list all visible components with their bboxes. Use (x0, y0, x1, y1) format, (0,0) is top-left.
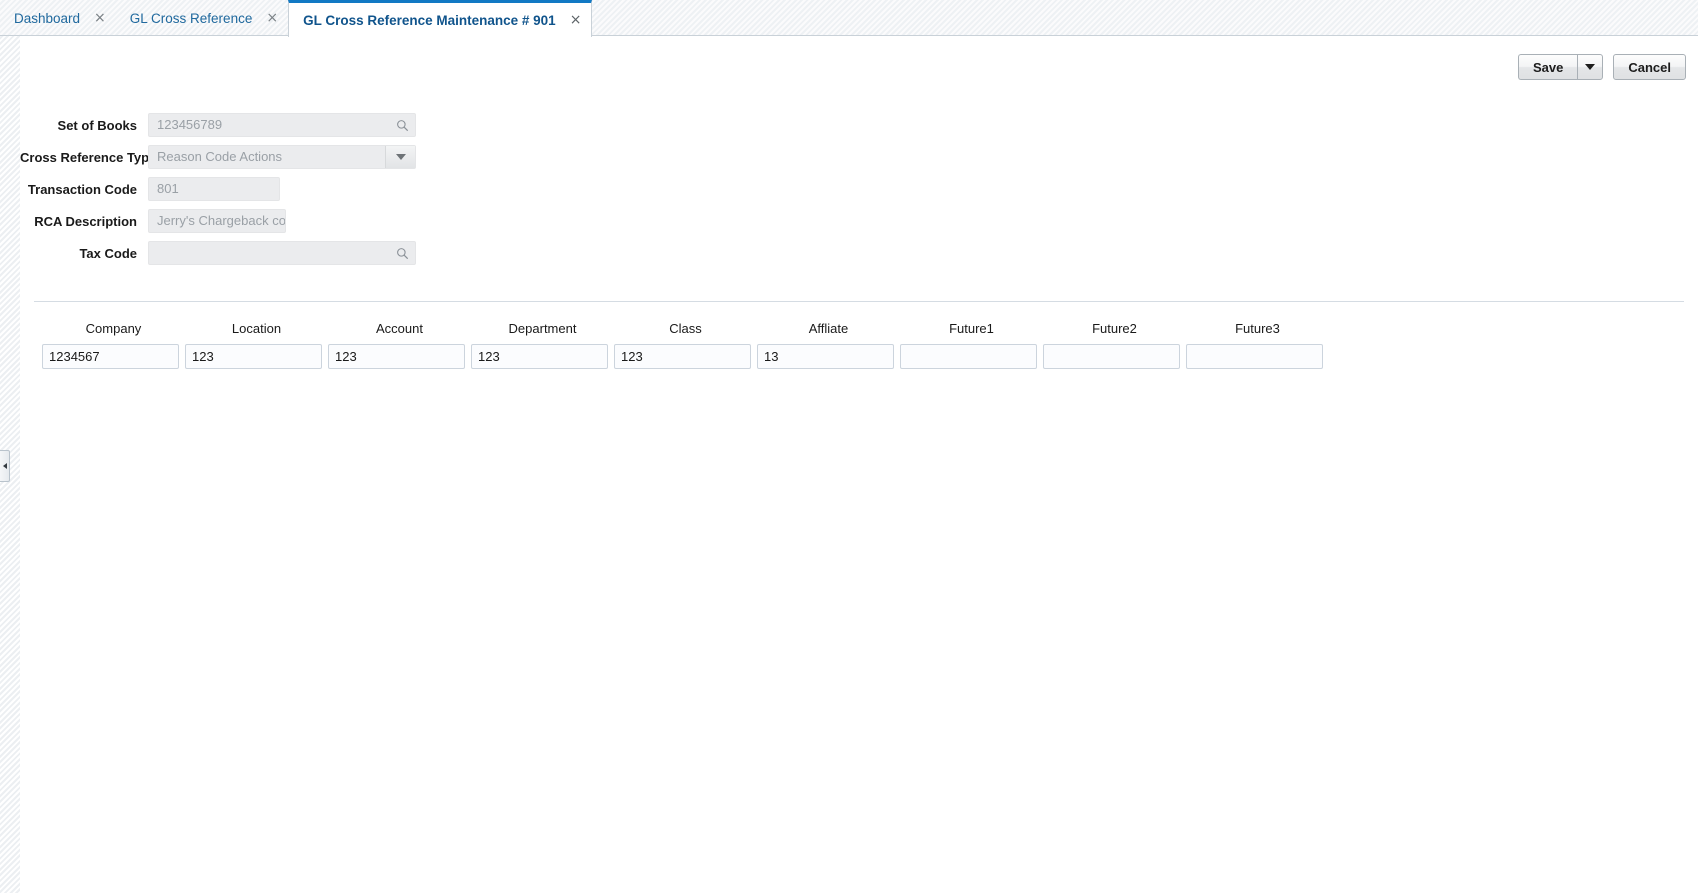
column-header: Class (669, 321, 702, 336)
chevron-down-icon (1585, 64, 1596, 70)
tab-strip: Dashboard × GL Cross Reference × GL Cros… (0, 0, 1698, 37)
tab-gl-cross-reference[interactable]: GL Cross Reference × (116, 0, 288, 36)
toolbar: Save Cancel (1517, 54, 1686, 80)
grid-column-account: Account (328, 321, 471, 344)
future3-input[interactable] (1186, 344, 1323, 369)
field-value: 123456789 (157, 117, 223, 132)
cancel-button[interactable]: Cancel (1613, 54, 1686, 80)
column-header: Location (231, 321, 282, 336)
column-header: Department (508, 321, 577, 336)
rca-description-field[interactable]: Jerry's Chargeback cod (148, 209, 286, 233)
field-label: Set of Books (57, 117, 137, 133)
tab-label: GL Cross Reference Maintenance # 901 (303, 12, 556, 28)
column-header: Company (85, 321, 142, 336)
sidebar-collapse-handle[interactable] (0, 450, 10, 482)
close-icon[interactable]: × (94, 11, 106, 25)
grid-column-company: Company (42, 321, 185, 344)
cross-reference-type-select[interactable]: Reason Code Actions (148, 145, 416, 169)
grid-column-location: Location (185, 321, 328, 344)
future1-input[interactable] (900, 344, 1037, 369)
field-value: Reason Code Actions (157, 149, 283, 164)
tax-code-field[interactable] (148, 241, 416, 265)
form-row-set-of-books: Set of Books 123456789 (20, 109, 1698, 141)
column-header: Future2 (1092, 321, 1137, 336)
class-input[interactable]: 123 (614, 344, 751, 369)
grid-header-row: Company Location Account Department Clas… (42, 321, 1329, 344)
grid-column-department: Department (471, 321, 614, 344)
location-input[interactable]: 123 (185, 344, 322, 369)
detail-form: Set of Books 123456789 Cross Reference T… (20, 109, 1698, 269)
account-input[interactable]: 123 (328, 344, 465, 369)
search-icon[interactable] (389, 247, 415, 260)
future2-input[interactable] (1043, 344, 1180, 369)
form-row-tax-code: Tax Code (20, 237, 1698, 269)
column-header: Future1 (949, 321, 994, 336)
tab-gl-cross-reference-maintenance[interactable]: GL Cross Reference Maintenance # 901 × (288, 0, 593, 37)
close-icon[interactable]: × (570, 13, 582, 27)
grid-column-future2: Future2 (1043, 321, 1186, 344)
field-label: Transaction Code (27, 181, 137, 197)
grid-column-affliate: Affliate (757, 321, 900, 344)
department-input[interactable]: 123 (471, 344, 608, 369)
tab-dashboard[interactable]: Dashboard × (0, 0, 116, 36)
company-input[interactable]: 1234567 (42, 344, 179, 369)
form-row-transaction-code: Transaction Code 801 (20, 173, 1698, 205)
field-value: Jerry's Chargeback cod (157, 213, 285, 228)
save-button[interactable]: Save (1517, 54, 1578, 80)
section-divider (34, 301, 1684, 302)
search-icon[interactable] (389, 119, 415, 132)
close-icon[interactable]: × (266, 11, 278, 25)
save-split-button: Save (1517, 54, 1604, 80)
dropdown-toggle[interactable] (385, 146, 415, 168)
column-header: Account (376, 321, 423, 336)
grid-column-future3: Future3 (1186, 321, 1329, 344)
column-header: Affliate (808, 321, 849, 336)
table-row: 1234567 123 123 123 123 13 (42, 344, 1329, 369)
form-row-rca-description: RCA Description Jerry's Chargeback cod (20, 205, 1698, 237)
segments-grid: Company Location Account Department Clas… (42, 321, 1329, 369)
left-gutter (0, 0, 20, 893)
transaction-code-field[interactable]: 801 (148, 177, 280, 201)
content-panel: Save Cancel Set of Books 123456789 Cross (20, 37, 1698, 893)
grid-column-future1: Future1 (900, 321, 1043, 344)
field-label: Cross Reference Type (20, 149, 157, 165)
affliate-input[interactable]: 13 (757, 344, 894, 369)
chevron-left-icon (2, 463, 7, 469)
save-dropdown-button[interactable] (1577, 54, 1604, 80)
tab-label: GL Cross Reference (129, 10, 253, 26)
column-header: Future3 (1235, 321, 1280, 336)
set-of-books-field[interactable]: 123456789 (148, 113, 416, 137)
tab-label: Dashboard (14, 10, 81, 26)
grid-column-class: Class (614, 321, 757, 344)
chevron-down-icon (395, 154, 406, 160)
field-value: 801 (157, 181, 179, 196)
form-row-cross-reference-type: Cross Reference Type Reason Code Actions (20, 141, 1698, 173)
field-label: RCA Description (34, 213, 137, 229)
field-label: Tax Code (79, 245, 137, 261)
